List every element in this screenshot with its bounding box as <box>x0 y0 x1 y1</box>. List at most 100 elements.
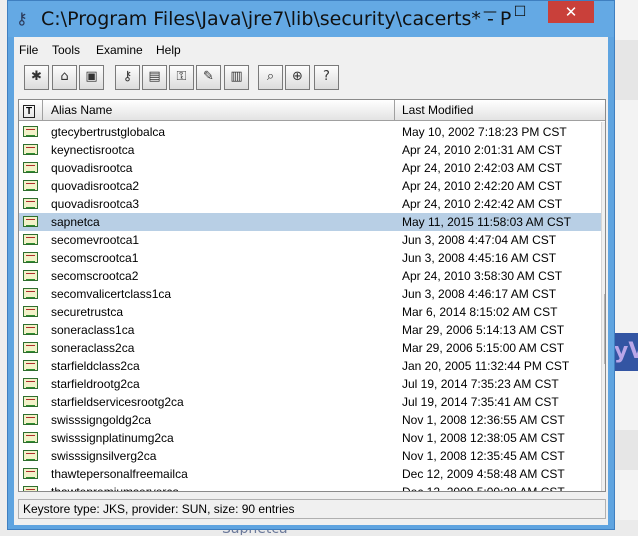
minimize-button[interactable]: — <box>476 1 504 23</box>
keystore-table: T Alias Name Last Modified gtecybertrust… <box>18 99 606 492</box>
last-modified-cell: Apr 24, 2010 2:42:20 AM CST <box>402 179 563 193</box>
menu-tools[interactable]: Tools <box>52 42 80 58</box>
scroll-thumb[interactable] <box>604 294 605 364</box>
menu-examine[interactable]: Examine <box>96 42 143 58</box>
alias-cell: secomscrootca2 <box>51 269 139 283</box>
trusted-certificate-icon <box>23 450 38 461</box>
column-header-alias[interactable]: Alias Name <box>43 100 395 121</box>
last-modified-cell: Dec 12, 2009 4:58:48 AM CST <box>402 467 565 481</box>
alias-cell: swisssignplatinumg2ca <box>51 431 174 445</box>
import-certificate-button[interactable]: ▤ <box>142 65 167 90</box>
trusted-certificate-icon <box>23 144 38 155</box>
table-row[interactable]: keynectisrootca Apr 24, 2010 2:01:31 AM C… <box>19 141 601 159</box>
menu-help[interactable]: Help <box>156 42 181 58</box>
new-keystore-icon: ✱ <box>31 69 42 84</box>
last-modified-cell: Nov 1, 2008 12:35:45 AM CST <box>402 449 565 463</box>
scroll-down-icon[interactable]: ▼ <box>602 476 605 491</box>
table-row[interactable]: swisssignsilverg2ca Nov 1, 2008 12:35:45 … <box>19 447 601 465</box>
table-row[interactable]: quovadisrootca2 Apr 24, 2010 2:42:20 AM C… <box>19 177 601 195</box>
trusted-certificate-icon <box>23 180 38 191</box>
alias-cell: swisssignsilverg2ca <box>51 449 157 463</box>
trusted-certificate-icon <box>23 360 38 371</box>
properties-icon: ▥ <box>230 69 243 84</box>
last-modified-cell: Nov 1, 2008 12:38:05 AM CST <box>402 431 565 445</box>
last-modified-cell: Apr 24, 2010 2:01:31 AM CST <box>402 143 563 157</box>
trusted-certificate-icon <box>23 414 38 425</box>
properties-button[interactable]: ▥ <box>224 65 249 90</box>
last-modified-cell: Nov 1, 2008 12:36:55 AM CST <box>402 413 565 427</box>
table-row[interactable]: thawtepersonalfreemailca Dec 12, 2009 4:5… <box>19 465 601 483</box>
table-row[interactable]: swisssignplatinumg2ca Nov 1, 2008 12:38:0… <box>19 429 601 447</box>
save-keystore-button[interactable]: ▣ <box>79 65 104 90</box>
import-keypair-icon: ⚿ <box>176 69 187 84</box>
portecle-window: ⚷ C:\Program Files\Java\jre7\lib\securit… <box>7 0 615 530</box>
table-row[interactable]: secomvalicertclass1ca Jun 3, 2008 4:46:17… <box>19 285 601 303</box>
table-row[interactable]: soneraclass1ca Mar 29, 2006 5:14:13 AM CS… <box>19 321 601 339</box>
status-bar: Keystore type: JKS, provider: SUN, size:… <box>18 499 606 519</box>
column-header-type[interactable]: T <box>19 100 43 121</box>
help-button[interactable]: ? <box>314 65 339 90</box>
trusted-certificate-icon <box>23 234 38 245</box>
import-keypair-button[interactable]: ⚿ <box>169 65 194 90</box>
open-keystore-button[interactable]: ⌂ <box>52 65 77 90</box>
last-modified-cell: May 10, 2002 7:18:23 PM CST <box>402 125 567 139</box>
table-row[interactable]: quovadisrootca Apr 24, 2010 2:42:03 AM CS… <box>19 159 601 177</box>
examine-file-icon: ⊕ <box>292 69 303 84</box>
vertical-scrollbar[interactable]: ▲ ▼ <box>601 122 605 491</box>
window-title: C:\Program Files\Java\jre7\lib\security\… <box>41 8 511 30</box>
alias-cell: soneraclass1ca <box>51 323 135 337</box>
last-modified-cell: Mar 6, 2014 8:15:02 AM CST <box>402 305 558 319</box>
alias-cell: keynectisrootca <box>51 143 135 157</box>
alias-cell: secomvalicertclass1ca <box>51 287 172 301</box>
table-row[interactable]: soneraclass2ca Mar 29, 2006 5:15:00 AM CS… <box>19 339 601 357</box>
table-row[interactable]: thawtepremiumserverca Dec 12, 2009 5:00:2… <box>19 483 601 491</box>
maximize-button[interactable]: ☐ <box>506 1 534 23</box>
menu-file[interactable]: File <box>19 42 38 58</box>
trusted-certificate-icon <box>23 270 38 281</box>
last-modified-cell: May 11, 2015 11:58:03 AM CST <box>402 215 571 229</box>
alias-cell: starfieldservicesrootg2ca <box>51 395 184 409</box>
examine-file-button[interactable]: ⊕ <box>285 65 310 90</box>
column-header-last-modified[interactable]: Last Modified <box>395 100 601 121</box>
trusted-certificate-icon <box>23 198 38 209</box>
trusted-certificate-icon <box>23 396 38 407</box>
trusted-certificate-icon <box>23 432 38 443</box>
alias-cell: swisssigngoldg2ca <box>51 413 152 427</box>
generate-keypair-button[interactable]: ⚷ <box>115 65 140 90</box>
last-modified-cell: Jun 3, 2008 4:47:04 AM CST <box>402 233 557 247</box>
new-keystore-button[interactable]: ✱ <box>24 65 49 90</box>
table-header: T Alias Name Last Modified <box>19 100 605 121</box>
close-button[interactable]: ✕ <box>548 1 594 23</box>
alias-cell: secomevrootca1 <box>51 233 140 247</box>
alias-cell: securetrustca <box>51 305 124 319</box>
window-client-area: File Tools Examine Help ✱ ⌂ ▣ ⚷ ▤ ⚿ ✎ ▥ ⌕ ⊕? T Al… <box>14 37 608 525</box>
alias-cell: starfieldrootg2ca <box>51 377 140 391</box>
table-row[interactable]: starfieldservicesrootg2ca Jul 19, 2014 7:… <box>19 393 601 411</box>
trusted-certificate-icon <box>23 342 38 353</box>
table-row[interactable]: securetrustca Mar 6, 2014 8:15:02 AM CST <box>19 303 601 321</box>
help-icon: ? <box>323 69 330 84</box>
table-row[interactable]: secomscrootca2 Apr 24, 2010 3:58:30 AM CS… <box>19 267 601 285</box>
table-row[interactable]: quovadisrootca3 Apr 24, 2010 2:42:42 AM C… <box>19 195 601 213</box>
trusted-certificate-icon <box>23 126 38 137</box>
table-row[interactable]: swisssigngoldg2ca Nov 1, 2008 12:36:55 AM… <box>19 411 601 429</box>
table-row[interactable]: secomevrootca1 Jun 3, 2008 4:47:04 AM CST <box>19 231 601 249</box>
last-modified-cell: Apr 24, 2010 2:42:42 AM CST <box>402 197 563 211</box>
last-modified-cell: Dec 12, 2009 5:00:28 AM CST <box>402 483 565 491</box>
last-modified-cell: Jul 19, 2014 7:35:41 AM CST <box>402 395 559 409</box>
table-row[interactable]: secomscrootca1 Jun 3, 2008 4:45:16 AM CST <box>19 249 601 267</box>
background-banner: yV <box>612 333 638 371</box>
alias-cell: gtecybertrustglobalca <box>51 125 166 139</box>
examine-certificate-button[interactable]: ⌕ <box>258 65 283 90</box>
table-row[interactable]: starfieldclass2ca Jan 20, 2005 11:32:44 P… <box>19 357 601 375</box>
table-row[interactable]: sapnetca May 11, 2015 11:58:03 AM CST <box>19 213 601 231</box>
table-row[interactable]: starfieldrootg2ca Jul 19, 2014 7:35:23 AM… <box>19 375 601 393</box>
scroll-up-icon[interactable]: ▲ <box>602 122 605 138</box>
toolbar: ✱ ⌂ ▣ ⚷ ▤ ⚿ ✎ ▥ ⌕ ⊕? <box>16 63 606 95</box>
password-button[interactable]: ✎ <box>196 65 221 90</box>
alias-cell: starfieldclass2ca <box>51 359 140 373</box>
table-row[interactable]: gtecybertrustglobalca May 10, 2002 7:18:2… <box>19 123 601 141</box>
alias-cell: sapnetca <box>51 215 100 229</box>
trusted-certificate-icon <box>23 288 38 299</box>
title-bar[interactable]: ⚷ C:\Program Files\Java\jre7\lib\securit… <box>8 1 614 37</box>
